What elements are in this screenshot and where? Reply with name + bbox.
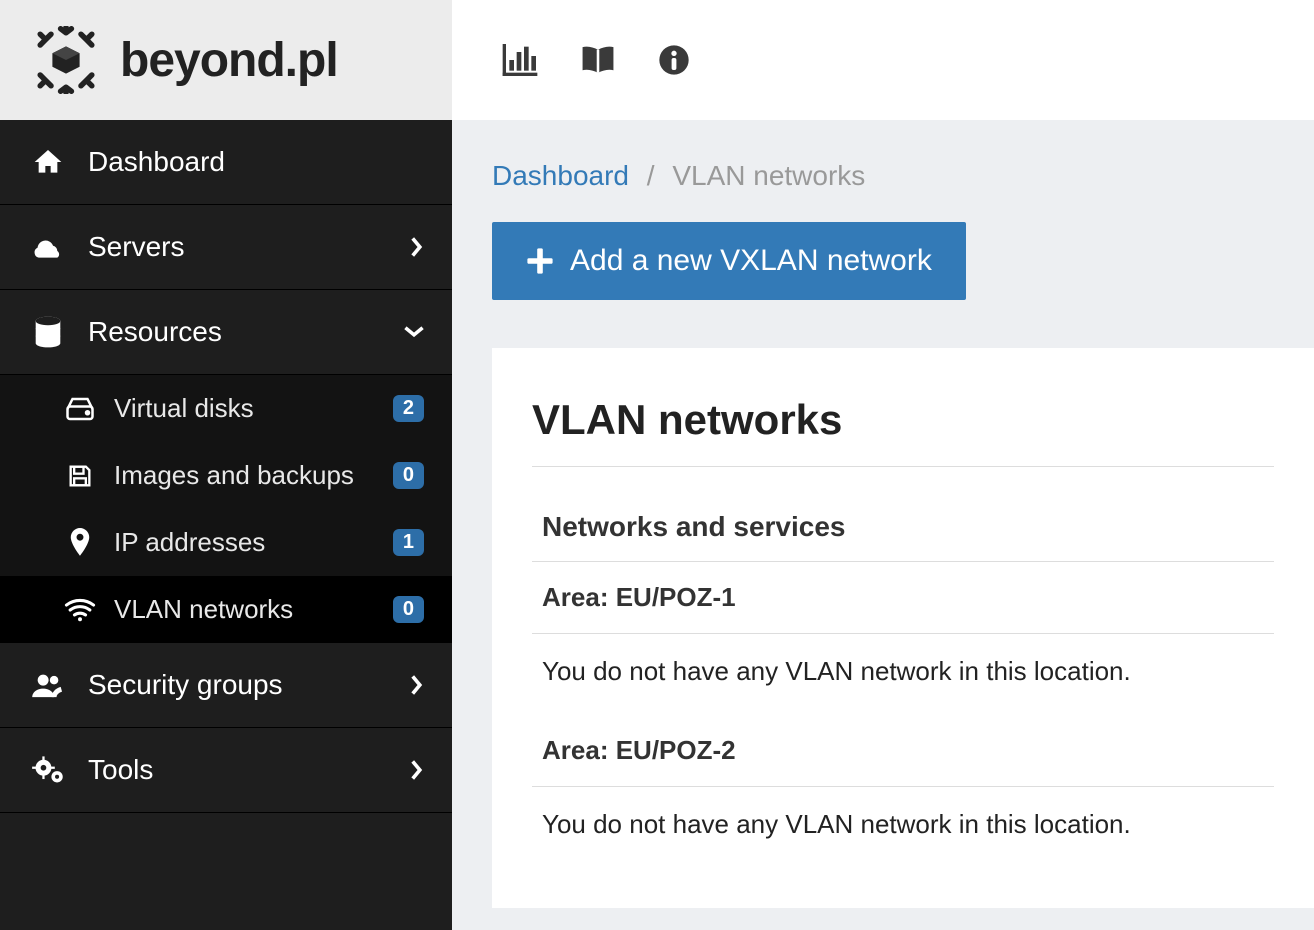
area-empty-message: You do not have any VLAN network in this… — [532, 634, 1274, 715]
users-icon — [28, 671, 68, 699]
gears-icon — [28, 755, 68, 785]
nav: Dashboard Servers — [0, 120, 452, 813]
count-badge: 0 — [393, 596, 424, 623]
cloud-icon — [28, 233, 68, 261]
sidebar-item-label: Servers — [88, 231, 184, 263]
disk-icon — [62, 396, 98, 422]
sidebar-item-images-backups[interactable]: Images and backups 0 — [0, 442, 452, 509]
sidebar-item-label: Tools — [88, 754, 153, 786]
count-badge: 0 — [393, 462, 424, 489]
main: Dashboard / VLAN networks Add a new VXLA… — [452, 0, 1314, 930]
chevron-down-icon — [404, 325, 424, 339]
vlan-panel: VLAN networks Networks and services Area… — [492, 348, 1314, 908]
sidebar-item-label: Dashboard — [88, 146, 225, 178]
logo-text: beyond.pl — [120, 33, 338, 88]
area-empty-message: You do not have any VLAN network in this… — [532, 787, 1274, 868]
add-vxlan-button[interactable]: Add a new VXLAN network — [492, 222, 966, 300]
database-icon — [28, 316, 68, 348]
info-icon[interactable] — [658, 44, 690, 76]
sidebar: beyond.pl Dashboard Servers — [0, 0, 452, 930]
area-header: Area: EU/POZ-2 — [532, 715, 1274, 787]
wifi-icon — [62, 597, 98, 623]
sidebar-item-virtual-disks[interactable]: Virtual disks 2 — [0, 375, 452, 442]
pin-icon — [62, 528, 98, 558]
sidebar-item-tools[interactable]: Tools — [0, 728, 452, 813]
sidebar-item-label: Virtual disks — [114, 393, 254, 424]
breadcrumb-dashboard-link[interactable]: Dashboard — [492, 160, 629, 191]
save-icon — [62, 462, 98, 490]
count-badge: 2 — [393, 395, 424, 422]
sidebar-item-label: VLAN networks — [114, 594, 293, 625]
home-icon — [28, 146, 68, 178]
breadcrumb-separator: / — [647, 160, 655, 191]
sidebar-item-servers[interactable]: Servers — [0, 205, 452, 290]
count-badge: 1 — [393, 529, 424, 556]
sidebar-item-label: Security groups — [88, 669, 283, 701]
sidebar-item-dashboard[interactable]: Dashboard — [0, 120, 452, 205]
resources-submenu: Virtual disks 2 Images and backups 0 IP … — [0, 375, 452, 643]
sidebar-item-security-groups[interactable]: Security groups — [0, 643, 452, 728]
sidebar-item-label: IP addresses — [114, 527, 265, 558]
book-icon[interactable] — [580, 44, 616, 76]
content: Dashboard / VLAN networks Add a new VXLA… — [452, 120, 1314, 908]
area-header: Area: EU/POZ-1 — [532, 562, 1274, 634]
stats-icon[interactable] — [502, 44, 538, 76]
sidebar-item-label: Resources — [88, 316, 222, 348]
sidebar-item-vlan-networks[interactable]: VLAN networks 0 — [0, 576, 452, 643]
add-vxlan-label: Add a new VXLAN network — [570, 244, 932, 278]
section-header: Networks and services — [532, 499, 1274, 562]
chevron-right-icon — [410, 237, 424, 257]
page-title: VLAN networks — [532, 396, 1274, 467]
chevron-right-icon — [410, 675, 424, 695]
logo-icon — [30, 24, 102, 96]
plus-icon — [526, 247, 554, 275]
breadcrumb: Dashboard / VLAN networks — [492, 160, 1314, 192]
sidebar-item-ip-addresses[interactable]: IP addresses 1 — [0, 509, 452, 576]
breadcrumb-current: VLAN networks — [672, 160, 865, 191]
sidebar-item-label: Images and backups — [114, 460, 354, 491]
topbar — [452, 0, 1314, 120]
logo[interactable]: beyond.pl — [0, 0, 452, 120]
chevron-right-icon — [410, 760, 424, 780]
sidebar-item-resources[interactable]: Resources — [0, 290, 452, 375]
